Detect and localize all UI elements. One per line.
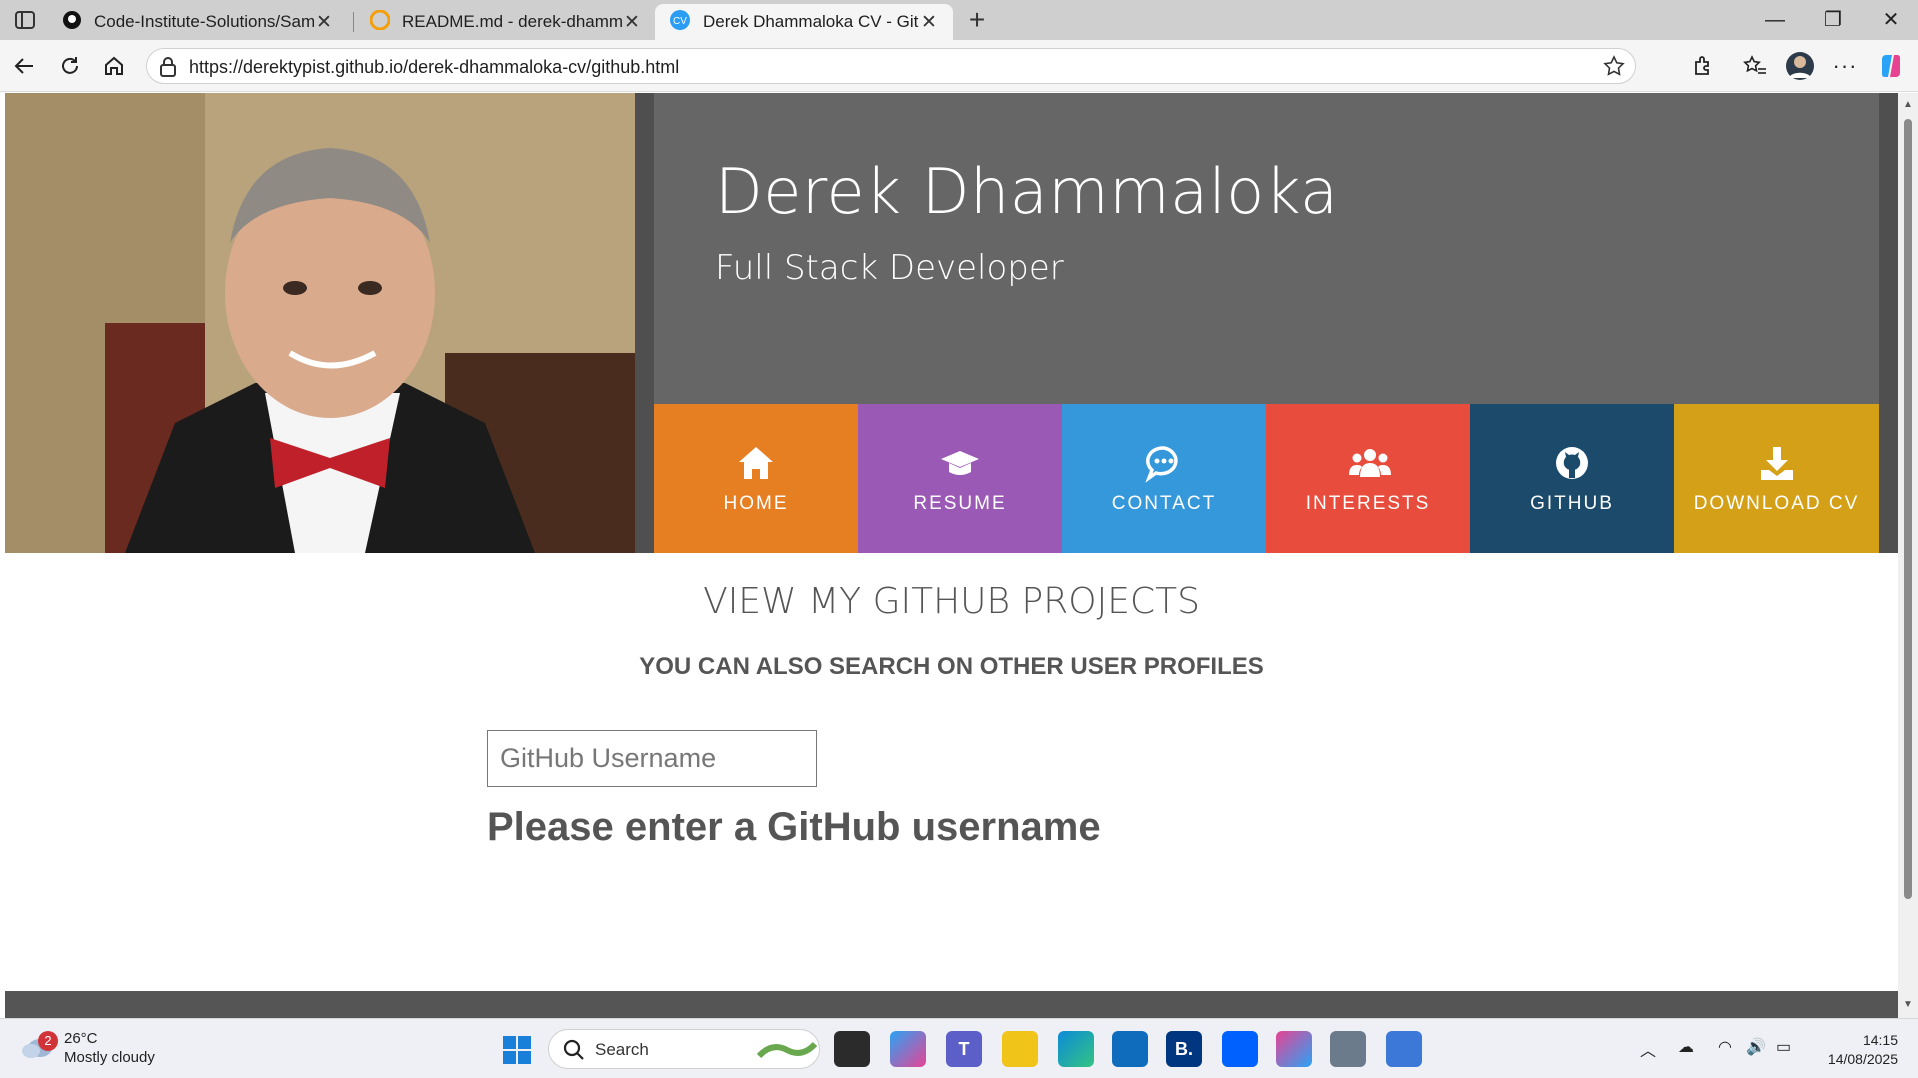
clock-date: 14/08/2025 <box>1827 1051 1898 1067</box>
tab-title: README.md - derek-dhammaloka <box>402 12 622 31</box>
close-window-icon[interactable]: ✕ <box>1866 6 1916 36</box>
gitpod-icon <box>369 9 391 35</box>
section-title: VIEW MY GITHUB PROJECTS <box>703 581 1200 622</box>
tab-title: Code-Institute-Solutions/SampleF <box>94 12 314 31</box>
chat-icon <box>1144 443 1184 483</box>
task-view-icon[interactable] <box>834 1031 870 1067</box>
close-tab-icon[interactable]: ✕ <box>622 11 642 34</box>
tab-title: Derek Dhammaloka CV - GitHub <box>703 12 919 31</box>
windows-taskbar: 2 26°C Mostly cloudy Search T B. ︿ ☁ ◠ 🔊… <box>0 1018 1918 1078</box>
search-label: Search <box>595 1040 649 1059</box>
weather-temperature: 26°C <box>64 1030 98 1047</box>
minimize-icon[interactable]: — <box>1750 6 1800 36</box>
search-icon <box>563 1039 585 1066</box>
home-icon[interactable] <box>98 50 130 82</box>
show-hidden-icons-chevron-icon[interactable]: ︿ <box>1640 1037 1656 1061</box>
hero-role: Full Stack Developer <box>715 248 1064 288</box>
browser-tab-bar: Code-Institute-Solutions/SampleF ✕ READM… <box>0 0 1918 40</box>
lizard-highlight-icon <box>756 1036 818 1069</box>
github-icon <box>62 10 82 35</box>
more-options-icon[interactable]: ··· <box>1828 50 1862 82</box>
nav-github-label: GITHUB <box>1530 492 1614 514</box>
hero-name: Derek Dhammaloka <box>715 155 1339 228</box>
copilot-icon[interactable] <box>1874 50 1908 82</box>
nav-contact[interactable]: CONTACT <box>1062 404 1266 553</box>
github-status-message: Please enter a GitHub username <box>487 805 1101 849</box>
url-text: https://derektypist.github.io/derek-dham… <box>189 57 680 77</box>
favorites-icon[interactable] <box>1738 50 1772 82</box>
battery-icon[interactable]: ▭ <box>1776 1037 1791 1057</box>
svg-text:CV: CV <box>673 16 687 27</box>
scroll-down-icon[interactable]: ▼ <box>1902 999 1914 1011</box>
back-icon[interactable] <box>8 50 40 82</box>
system-clock[interactable]: 14:15 14/08/2025 <box>1828 1031 1898 1069</box>
home-icon <box>736 443 776 483</box>
wifi-icon[interactable]: ◠ <box>1718 1037 1732 1057</box>
file-explorer-icon[interactable] <box>1002 1031 1038 1067</box>
copilot-app-icon[interactable] <box>890 1031 926 1067</box>
new-tab-button[interactable]: + <box>962 6 992 36</box>
clock-time: 14:15 <box>1862 1032 1898 1048</box>
profile-avatar[interactable] <box>1783 50 1817 82</box>
hero-banner: Derek Dhammaloka Full Stack Developer HO… <box>635 93 1898 553</box>
nav-download-cv[interactable]: DOWNLOAD CV <box>1674 404 1879 553</box>
onedrive-cloud-icon[interactable]: ☁ <box>1678 1037 1694 1057</box>
settings-gear-icon[interactable] <box>1330 1031 1366 1067</box>
weather-widget[interactable]: 2 26°C Mostly cloudy <box>20 1029 155 1067</box>
browser-toolbar: https://derektypist.github.io/derek-dham… <box>0 40 1918 92</box>
dropbox-icon[interactable] <box>1222 1031 1258 1067</box>
tab-derek-cv[interactable]: CV Derek Dhammaloka CV - GitHub ✕ <box>655 4 953 40</box>
windows-start-icon[interactable] <box>502 1035 532 1065</box>
users-icon <box>1348 443 1391 483</box>
python-app-icon[interactable] <box>1386 1031 1422 1067</box>
main-navigation: HOME RESUME CONTACT INTERESTS GITHUB DOW… <box>654 404 1879 553</box>
edge-icon[interactable] <box>1058 1031 1094 1067</box>
teams-icon[interactable]: T <box>946 1031 982 1067</box>
booking-icon[interactable]: B. <box>1166 1031 1202 1067</box>
nav-github[interactable]: GITHUB <box>1470 404 1674 553</box>
taskbar-search[interactable]: Search <box>548 1029 820 1069</box>
nav-resume[interactable]: RESUME <box>858 404 1062 553</box>
nav-home[interactable]: HOME <box>654 404 858 553</box>
page-scrollbar[interactable]: ▲ ▼ <box>1898 93 1918 1018</box>
tab-actions-icon[interactable] <box>10 7 40 33</box>
section-subtitle: YOU CAN ALSO SEARCH ON OTHER USER PROFIL… <box>639 653 1264 680</box>
extensions-icon[interactable] <box>1685 50 1719 82</box>
github-icon <box>1552 443 1592 483</box>
weather-description: Mostly cloudy <box>64 1049 155 1066</box>
cv-favicon: CV <box>669 9 691 36</box>
address-bar[interactable]: https://derektypist.github.io/derek-dham… <box>146 48 1636 84</box>
m365-icon[interactable] <box>1276 1031 1312 1067</box>
weather-badge: 2 <box>38 1031 58 1051</box>
volume-icon[interactable]: 🔊 <box>1746 1037 1766 1057</box>
favorite-star-icon[interactable] <box>1603 55 1625 82</box>
tab-readme[interactable]: README.md - derek-dhammaloka ✕ <box>356 4 656 40</box>
close-tab-icon[interactable]: ✕ <box>314 11 334 34</box>
nav-resume-label: RESUME <box>913 492 1007 514</box>
graduation-cap-icon <box>940 443 980 483</box>
restore-icon[interactable]: ❐ <box>1808 6 1858 36</box>
page-viewport: Derek Dhammaloka Full Stack Developer HO… <box>5 93 1898 1018</box>
nav-download-cv-label: DOWNLOAD CV <box>1693 492 1860 514</box>
close-tab-icon[interactable]: ✕ <box>919 11 939 34</box>
tab-code-institute[interactable]: Code-Institute-Solutions/SampleF ✕ <box>48 4 348 40</box>
footer <box>5 991 1898 1018</box>
download-icon <box>1757 443 1797 483</box>
github-username-input[interactable] <box>487 730 817 787</box>
scroll-up-icon[interactable]: ▲ <box>1902 99 1914 111</box>
nav-home-label: HOME <box>723 492 789 514</box>
store-icon[interactable] <box>1112 1031 1148 1067</box>
nav-interests[interactable]: INTERESTS <box>1266 404 1470 553</box>
refresh-icon[interactable] <box>54 50 86 82</box>
nav-interests-label: INTERESTS <box>1305 492 1431 514</box>
nav-contact-label: CONTACT <box>1111 492 1217 514</box>
lock-icon[interactable] <box>159 57 177 82</box>
profile-photo <box>5 93 635 553</box>
scrollbar-thumb[interactable] <box>1904 119 1912 899</box>
